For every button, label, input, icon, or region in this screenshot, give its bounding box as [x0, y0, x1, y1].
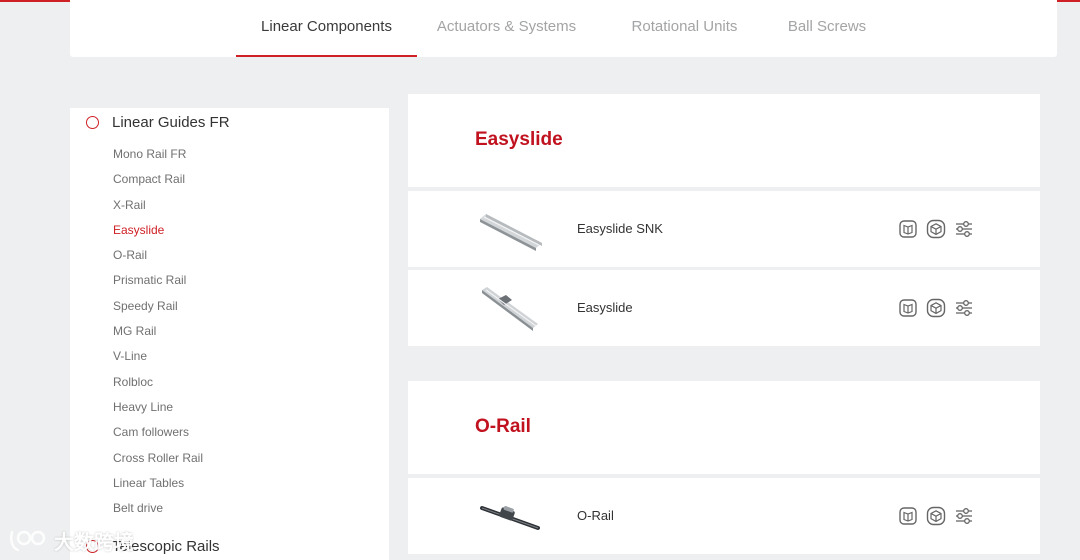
configurator-icon[interactable] — [954, 219, 974, 239]
rail-product-image — [480, 505, 540, 530]
sidebar-item-v-line[interactable]: V-Line — [113, 344, 203, 369]
sidebar-item-o-rail[interactable]: O-Rail — [113, 243, 203, 268]
product-actions — [898, 298, 974, 318]
sidebar-item-mg-rail[interactable]: MG Rail — [113, 319, 203, 344]
product-name[interactable]: Easyslide SNK — [577, 191, 663, 267]
watermark-text: 大数跨境 — [54, 531, 134, 554]
tab-rotational-units[interactable]: Rotational Units — [622, 0, 747, 57]
category-label: Linear Guides FR — [112, 114, 230, 131]
3d-model-icon[interactable] — [926, 506, 946, 526]
bullet-circle-icon — [86, 116, 99, 129]
tab-linear-components[interactable]: Linear Components — [236, 0, 417, 57]
sidebar: Linear Guides FR Mono Rail FR Compact Ra… — [70, 108, 389, 560]
rail-product-image — [482, 287, 538, 331]
watermark: 大数跨境 — [8, 524, 134, 556]
sidebar-item-belt-drive[interactable]: Belt drive — [113, 496, 203, 521]
product-row-easyslide-snk[interactable]: Easyslide SNK — [408, 191, 1040, 267]
sidebar-category-linear-guides-fr[interactable]: Linear Guides FR — [86, 114, 230, 131]
sidebar-item-speedy-rail[interactable]: Speedy Rail — [113, 294, 203, 319]
section-title: O-Rail — [475, 416, 531, 437]
catalog-icon[interactable] — [898, 506, 918, 526]
configurator-icon[interactable] — [954, 298, 974, 318]
catalog-icon[interactable] — [898, 219, 918, 239]
tab-ball-screws[interactable]: Ball Screws — [784, 0, 870, 57]
configurator-icon[interactable] — [954, 506, 974, 526]
3d-model-icon[interactable] — [926, 298, 946, 318]
sidebar-item-mono-rail-fr[interactable]: Mono Rail FR — [113, 142, 203, 167]
sidebar-item-cross-roller-rail[interactable]: Cross Roller Rail — [113, 446, 203, 471]
section-title: Easyslide — [475, 129, 563, 150]
product-name[interactable]: Easyslide — [577, 270, 633, 346]
category-tabs: Linear Components Actuators & Systems Ro… — [70, 0, 1057, 57]
sidebar-item-x-rail[interactable]: X-Rail — [113, 193, 203, 218]
sidebar-item-easyslide[interactable]: Easyslide — [113, 218, 203, 243]
sidebar-item-linear-tables[interactable]: Linear Tables — [113, 471, 203, 496]
sidebar-item-prismatic-rail[interactable]: Prismatic Rail — [113, 268, 203, 293]
section-header-o-rail: O-Rail — [408, 381, 1040, 474]
rail-product-image — [480, 214, 542, 251]
sidebar-item-heavy-line[interactable]: Heavy Line — [113, 395, 203, 420]
product-actions — [898, 219, 974, 239]
catalog-icon[interactable] — [898, 298, 918, 318]
product-name[interactable]: O-Rail — [577, 478, 614, 554]
product-actions — [898, 506, 974, 526]
tab-actuators-systems[interactable]: Actuators & Systems — [433, 0, 580, 57]
sidebar-item-compact-rail[interactable]: Compact Rail — [113, 167, 203, 192]
watermark-logo-icon — [10, 530, 46, 552]
product-row-easyslide[interactable]: Easyslide — [408, 270, 1040, 346]
section-header-easyslide: Easyslide — [408, 94, 1040, 187]
sidebar-sublist: Mono Rail FR Compact Rail X-Rail Easysli… — [113, 142, 203, 521]
sidebar-item-rolbloc[interactable]: Rolbloc — [113, 370, 203, 395]
3d-model-icon[interactable] — [926, 219, 946, 239]
product-row-o-rail[interactable]: O-Rail — [408, 478, 1040, 554]
sidebar-item-cam-followers[interactable]: Cam followers — [113, 420, 203, 445]
